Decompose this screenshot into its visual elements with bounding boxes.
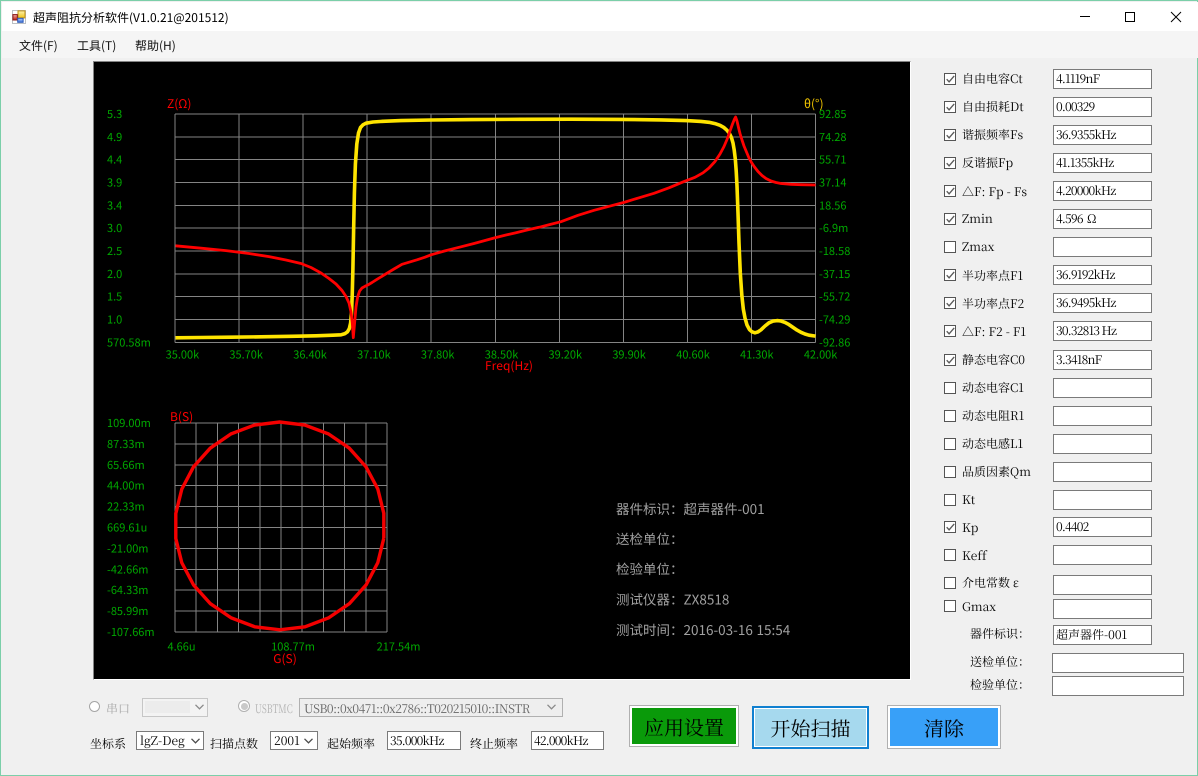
- svg-text:测试时间：2016-03-16 15:54: 测试时间：2016-03-16 15:54: [616, 619, 791, 639]
- svg-text:55.71: 55.71: [819, 152, 846, 168]
- svg-text:37.10k: 37.10k: [357, 347, 391, 363]
- svg-text:2.5: 2.5: [107, 243, 122, 259]
- svg-text:37.80k: 37.80k: [421, 347, 455, 363]
- svg-text:87.33m: 87.33m: [107, 436, 145, 452]
- svg-text:1.5: 1.5: [107, 289, 122, 305]
- svg-text:-42.66m: -42.66m: [107, 561, 148, 577]
- svg-text:5.3: 5.3: [107, 106, 122, 122]
- svg-text:-74.29: -74.29: [819, 312, 850, 328]
- svg-text:41.30k: 41.30k: [740, 347, 774, 363]
- svg-text:217.54m: 217.54m: [377, 639, 421, 655]
- svg-text:检验单位：: 检验单位：: [616, 558, 684, 578]
- svg-text:109.00m: 109.00m: [107, 415, 151, 431]
- svg-text:35.00k: 35.00k: [166, 347, 200, 363]
- svg-text:36.40k: 36.40k: [293, 347, 327, 363]
- svg-text:-6.9m: -6.9m: [819, 220, 848, 236]
- svg-text:2.0: 2.0: [107, 266, 122, 282]
- svg-text:35.70k: 35.70k: [229, 347, 263, 363]
- svg-text:37.14: 37.14: [819, 175, 846, 191]
- svg-text:B(S): B(S): [170, 408, 193, 425]
- svg-text:22.33m: 22.33m: [107, 499, 145, 515]
- svg-text:42.00k: 42.00k: [804, 347, 838, 363]
- svg-text:39.20k: 39.20k: [549, 347, 583, 363]
- svg-text:570.58m: 570.58m: [107, 334, 151, 350]
- svg-text:-64.33m: -64.33m: [107, 582, 148, 598]
- svg-text:44.00m: 44.00m: [107, 478, 145, 494]
- svg-text:-107.66m: -107.66m: [107, 624, 155, 640]
- svg-text:送检单位：: 送检单位：: [616, 528, 684, 548]
- svg-text:-55.72: -55.72: [819, 289, 850, 305]
- svg-text:G(S): G(S): [273, 650, 297, 667]
- svg-text:θ(°): θ(°): [804, 95, 824, 112]
- svg-text:-18.58: -18.58: [819, 243, 850, 259]
- svg-text:4.4: 4.4: [107, 152, 122, 168]
- svg-text:-37.15: -37.15: [819, 266, 850, 282]
- svg-text:3.4: 3.4: [107, 197, 122, 213]
- svg-text:1.0: 1.0: [107, 312, 122, 328]
- svg-text:Freq(Hz): Freq(Hz): [485, 357, 533, 374]
- svg-text:4.66u: 4.66u: [167, 639, 195, 655]
- svg-text:39.90k: 39.90k: [612, 347, 646, 363]
- svg-text:669.61u: 669.61u: [107, 520, 147, 536]
- svg-text:-85.99m: -85.99m: [107, 603, 148, 619]
- svg-text:65.66m: 65.66m: [107, 457, 145, 473]
- svg-text:Z(Ω): Z(Ω): [167, 95, 191, 112]
- svg-text:3.0: 3.0: [107, 220, 122, 236]
- svg-text:3.9: 3.9: [107, 175, 122, 191]
- svg-text:4.9: 4.9: [107, 129, 122, 145]
- svg-text:器件标识：超声器件-001: 器件标识：超声器件-001: [616, 498, 765, 518]
- svg-text:测试仪器：ZX8518: 测试仪器：ZX8518: [616, 589, 729, 609]
- svg-text:18.56: 18.56: [819, 197, 846, 213]
- svg-text:74.28: 74.28: [819, 129, 846, 145]
- svg-text:-21.00m: -21.00m: [107, 540, 148, 556]
- svg-text:40.60k: 40.60k: [676, 347, 710, 363]
